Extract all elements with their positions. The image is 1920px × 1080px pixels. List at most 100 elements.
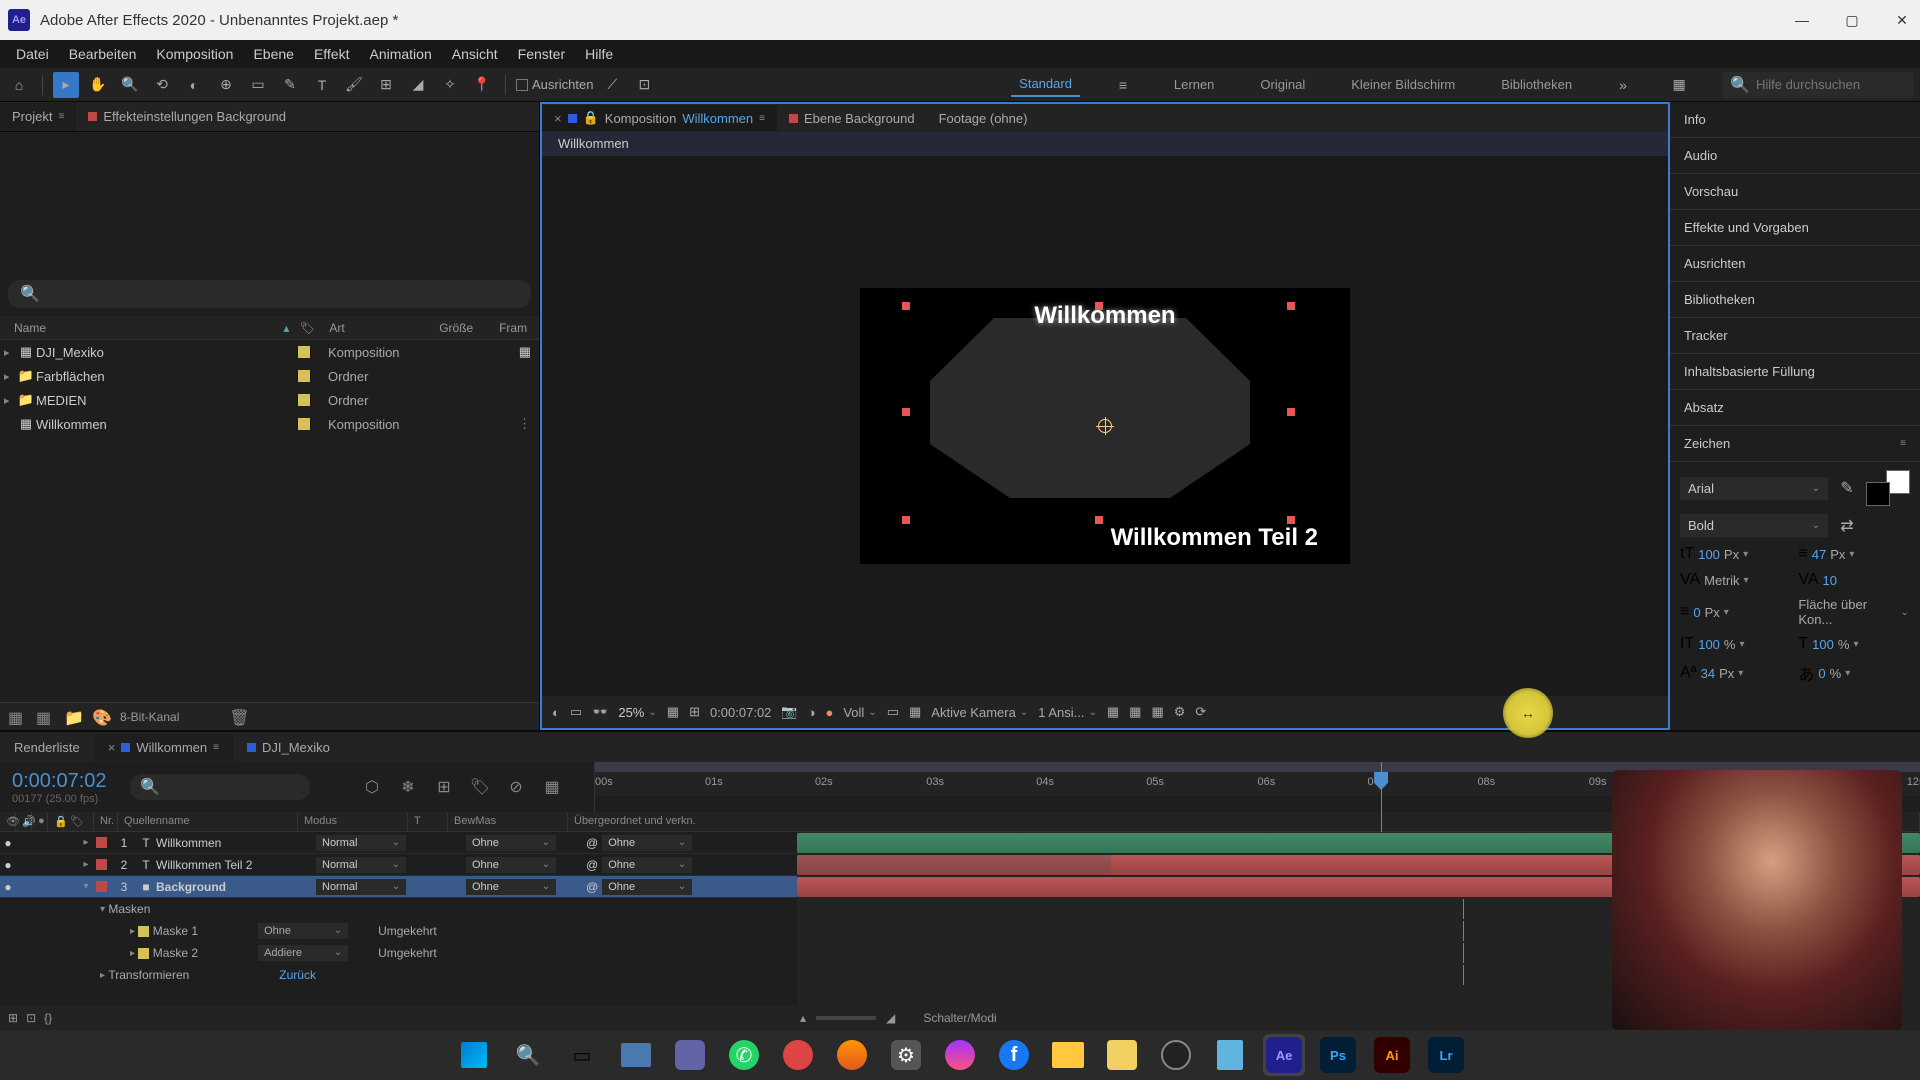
interpret-icon[interactable]: ▦	[8, 708, 26, 726]
kerning-value[interactable]: Metrik	[1704, 573, 1739, 588]
col-label[interactable]: 🏷	[299, 321, 329, 335]
parent-select[interactable]: Ohne⌄	[602, 857, 692, 873]
new-folder-icon[interactable]: 📁	[64, 708, 82, 726]
blend-mode-select[interactable]: Normal⌄	[316, 879, 406, 895]
ws-overflow-icon[interactable]: »	[1610, 72, 1636, 98]
blend-mode-select[interactable]: Normal⌄	[316, 835, 406, 851]
workspace-bibliotheken[interactable]: Bibliotheken	[1493, 73, 1580, 96]
mask-icon[interactable]: 👓	[592, 704, 608, 720]
roto-tool[interactable]: ✧	[437, 72, 463, 98]
obs-icon[interactable]	[1155, 1034, 1197, 1076]
orbit-tool[interactable]: ⟲	[149, 72, 175, 98]
panel-zeichen[interactable]: Zeichen≡	[1670, 426, 1920, 462]
taskview-button[interactable]: ▭	[561, 1034, 603, 1076]
ws-menu-icon[interactable]: ≡	[1110, 72, 1136, 98]
vf-btn2[interactable]: ▦	[1129, 704, 1141, 720]
brush-tool[interactable]: 🖌	[341, 72, 367, 98]
tl-footer-icon[interactable]: {}	[44, 1011, 52, 1025]
mask-item[interactable]: ▸ Maske 1 Ohne⌄ Umgekehrt	[0, 920, 797, 942]
align-checkbox[interactable]: Ausrichten	[516, 77, 593, 92]
mask-mode-select[interactable]: Addiere⌄	[258, 945, 348, 961]
timeline-tab-dji[interactable]: DJI_Mexiko	[233, 734, 344, 761]
comp-tab-willkommen[interactable]: × 🔒 Komposition Willkommen ≡	[542, 105, 777, 131]
panel-bibliotheken[interactable]: Bibliotheken	[1670, 282, 1920, 318]
stroke-value[interactable]: 0	[1693, 605, 1700, 620]
menu-komposition[interactable]: Komposition	[146, 42, 243, 66]
channel-icon[interactable]: ◑	[808, 705, 816, 720]
timeline-tab-willkommen[interactable]: × Willkommen ≡	[94, 734, 233, 761]
trkmat-select[interactable]: Ohne⌄	[466, 879, 556, 895]
rotate-tool[interactable]: ◐	[181, 72, 207, 98]
zoom-tool[interactable]: 🔍	[117, 72, 143, 98]
app-icon[interactable]	[1101, 1034, 1143, 1076]
tl-btn1[interactable]: ⬡	[360, 775, 384, 799]
pickwhip-icon[interactable]: @	[586, 880, 598, 894]
snap-icon[interactable]: ⟋	[599, 72, 625, 98]
explorer-button[interactable]	[615, 1034, 657, 1076]
bit-depth[interactable]: 8-Bit-Kanal	[120, 710, 179, 724]
panel-absatz[interactable]: Absatz	[1670, 390, 1920, 426]
trkmat-select[interactable]: Ohne⌄	[466, 857, 556, 873]
app-icon[interactable]: ⚙	[885, 1034, 927, 1076]
hscale-value[interactable]: 100	[1812, 637, 1834, 652]
project-search[interactable]: 🔍	[8, 280, 531, 308]
start-button[interactable]	[453, 1034, 495, 1076]
mask-mode-select[interactable]: Ohne⌄	[258, 923, 348, 939]
close-button[interactable]: ✕	[1892, 10, 1912, 30]
color-icon[interactable]: 🎨	[92, 708, 110, 726]
transform-group[interactable]: ▸ Transformieren Zurück	[0, 964, 797, 986]
pickwhip-icon[interactable]: @	[586, 858, 598, 872]
comp-breadcrumb[interactable]: Willkommen	[542, 132, 1668, 156]
workspace-original[interactable]: Original	[1252, 73, 1313, 96]
font-size-value[interactable]: 100	[1698, 547, 1720, 562]
facebook-icon[interactable]: f	[993, 1034, 1035, 1076]
timeline-timecode[interactable]: 0:00:07:02	[12, 770, 130, 793]
vf-btn3[interactable]: ▦	[1151, 704, 1163, 720]
project-item[interactable]: ▸▦ DJI_Mexiko Komposition ▦	[0, 340, 539, 364]
messenger-icon[interactable]	[939, 1034, 981, 1076]
menu-fenster[interactable]: Fenster	[508, 42, 575, 66]
comp-tab-footage[interactable]: Footage (ohne)	[927, 106, 1040, 131]
visibility-icon[interactable]: ●	[0, 858, 16, 872]
visibility-icon[interactable]: ●	[0, 836, 16, 850]
menu-effekt[interactable]: Effekt	[304, 42, 360, 66]
timeline-search[interactable]: 🔍	[130, 774, 310, 800]
masks-group[interactable]: ▾ Masken	[0, 898, 797, 920]
text-tool[interactable]: T	[309, 72, 335, 98]
grid-icon[interactable]: ▦	[667, 704, 679, 720]
baseline-value[interactable]: 34	[1701, 666, 1715, 681]
help-search-input[interactable]	[1756, 77, 1906, 92]
anchor-point-icon[interactable]	[1098, 419, 1112, 433]
zoom-in-icon[interactable]: ◢	[886, 1011, 895, 1025]
help-search[interactable]: 🔍	[1722, 72, 1914, 98]
pen-tool[interactable]: ✎	[277, 72, 303, 98]
col-fram[interactable]: Fram	[499, 321, 539, 335]
layer-row[interactable]: ● ▾ 3■ Background Normal⌄ Ohne⌄ @Ohne⌄	[0, 876, 797, 898]
tl-btn2[interactable]: ❄	[396, 775, 420, 799]
tl-btn4[interactable]: 🏷	[468, 775, 492, 799]
shape-tool[interactable]: ▭	[245, 72, 271, 98]
tracking-value[interactable]: 10	[1823, 573, 1837, 588]
eyedropper-icon[interactable]: ✎	[1836, 477, 1858, 499]
vf-btn4[interactable]: ⚙	[1174, 704, 1186, 720]
schalter-modi[interactable]: Schalter/Modi	[923, 1011, 996, 1025]
tl-footer-icon[interactable]: ⊡	[26, 1011, 36, 1025]
stroke-mode[interactable]: Fläche über Kon...	[1798, 597, 1896, 627]
trash-icon[interactable]: 🗑	[229, 708, 247, 726]
views-select[interactable]: 1 Ansi... ⌄	[1038, 705, 1097, 720]
vf-btn5[interactable]: ⟳	[1195, 704, 1206, 720]
pickwhip-icon[interactable]: @	[586, 836, 598, 850]
panel-tracker[interactable]: Tracker	[1670, 318, 1920, 354]
layer-row[interactable]: ● ▸ 1T Willkommen Normal⌄ Ohne⌄ @Ohne⌄	[0, 832, 797, 854]
ai-taskbar-icon[interactable]: Ai	[1371, 1034, 1413, 1076]
panel-audio[interactable]: Audio	[1670, 138, 1920, 174]
viewer-timecode[interactable]: 0:00:07:02	[710, 705, 771, 720]
alpha-icon[interactable]: ◐	[552, 705, 560, 720]
vscale-value[interactable]: 100	[1698, 637, 1720, 652]
clone-tool[interactable]: ⊞	[373, 72, 399, 98]
roi-icon[interactable]: ▭	[887, 704, 899, 720]
resolution-select[interactable]: Voll ⌄	[843, 705, 876, 720]
leading-value[interactable]: 47	[1812, 547, 1826, 562]
menu-ansicht[interactable]: Ansicht	[442, 42, 508, 66]
panel-ausrichten[interactable]: Ausrichten	[1670, 246, 1920, 282]
